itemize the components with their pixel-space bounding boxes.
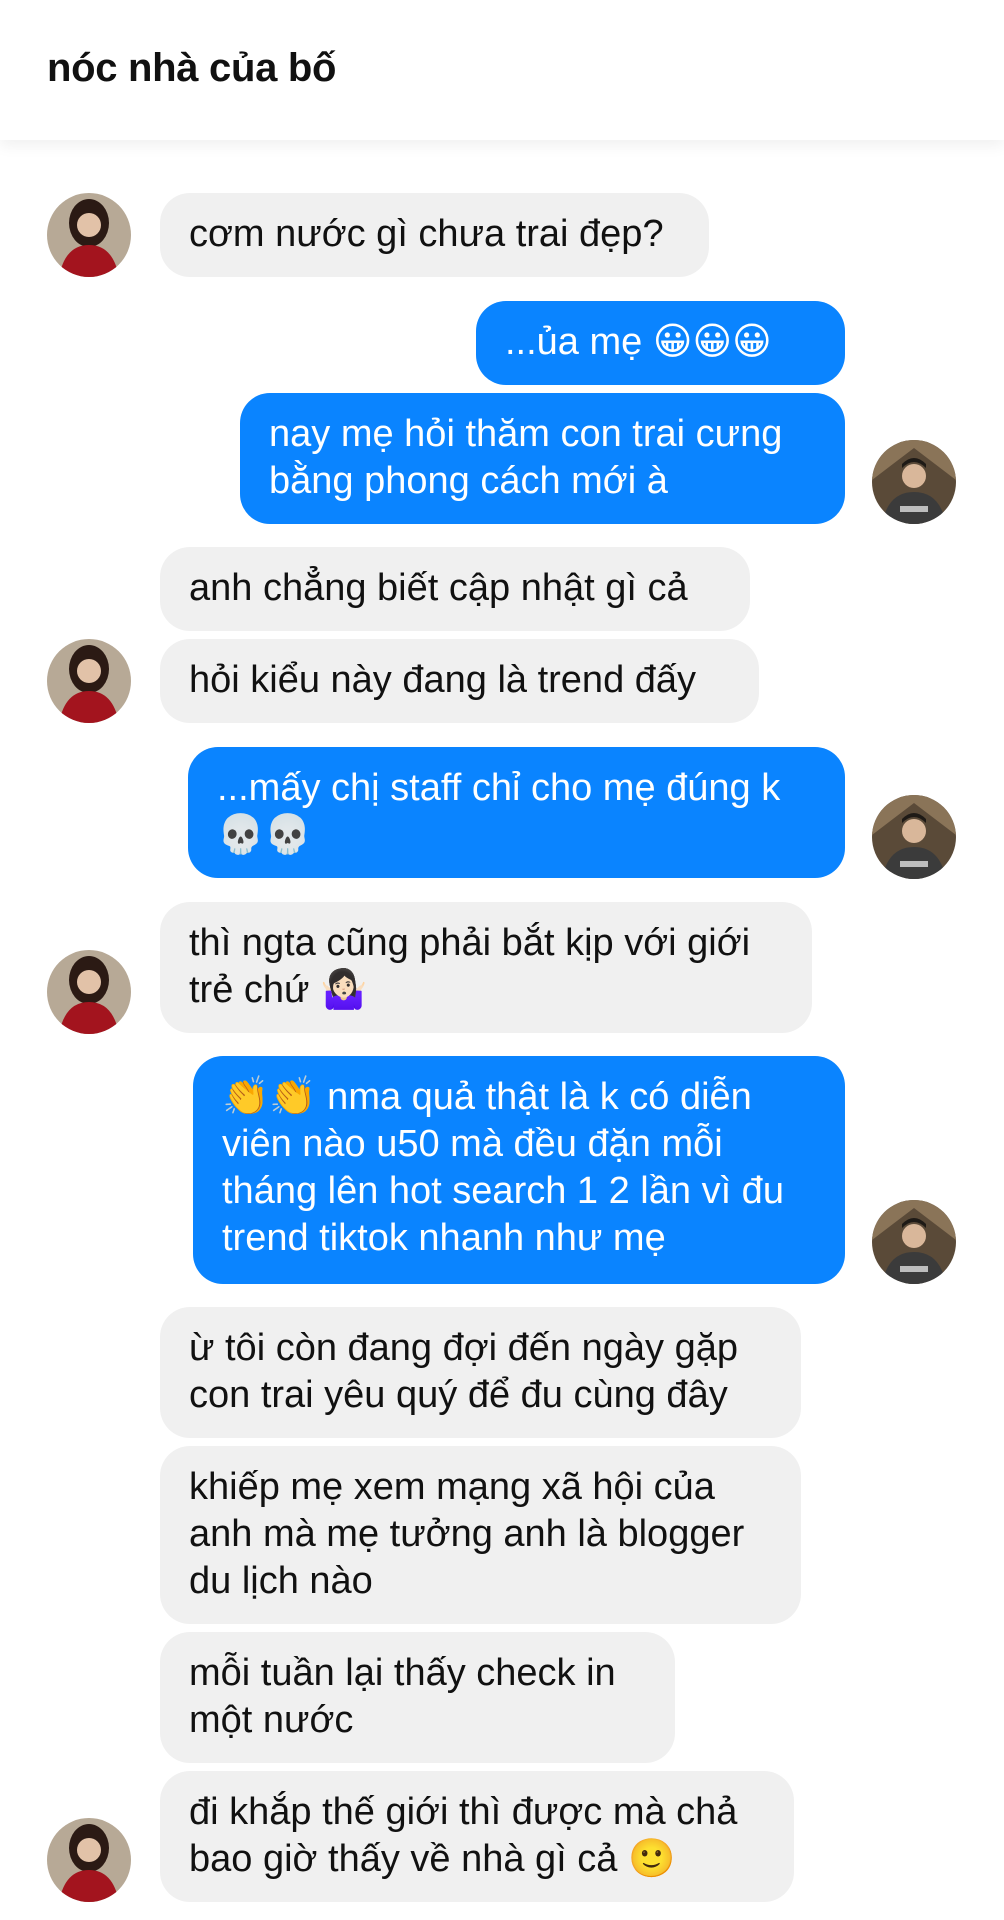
message-bubble-incoming[interactable]: khiếp mẹ xem mạng xã hội của anh mà mẹ t… <box>160 1446 801 1624</box>
conversation-title[interactable]: nóc nhà của bố <box>47 46 336 91</box>
message-bubble-outgoing[interactable]: nay mẹ hỏi thăm con trai cưng bằng phong… <box>240 393 845 524</box>
message-bubble-incoming[interactable]: cơm nước gì chưa trai đẹp? <box>160 193 709 277</box>
message-bubble-incoming[interactable]: mỗi tuần lại thấy check in một nước <box>160 1632 675 1763</box>
mother-avatar[interactable] <box>47 193 131 277</box>
son-avatar[interactable] <box>872 1200 956 1284</box>
son-avatar[interactable] <box>872 795 956 879</box>
message-bubble-incoming[interactable]: ừ tôi còn đang đợi đến ngày gặp con trai… <box>160 1307 801 1438</box>
message-bubble-incoming[interactable]: đi khắp thế giới thì được mà chả bao giờ… <box>160 1771 794 1902</box>
mother-avatar[interactable] <box>47 1818 131 1902</box>
message-bubble-incoming[interactable]: hỏi kiểu này đang là trend đấy <box>160 639 759 723</box>
message-bubble-outgoing[interactable]: ...ủa mẹ 😀😀😀 <box>476 301 845 385</box>
son-avatar[interactable] <box>872 440 956 524</box>
message-bubble-outgoing[interactable]: 👏👏 nma quả thật là k có diễn viên nào u5… <box>193 1056 845 1284</box>
message-bubble-incoming[interactable]: anh chẳng biết cập nhật gì cả <box>160 547 750 631</box>
chat-thread[interactable]: cơm nước gì chưa trai đẹp? ...ủa mẹ 😀😀😀 … <box>0 0 1004 1920</box>
mother-avatar[interactable] <box>47 950 131 1034</box>
mother-avatar[interactable] <box>47 639 131 723</box>
message-bubble-outgoing[interactable]: ...mấy chị staff chỉ cho mẹ đúng k 💀💀 <box>188 747 845 878</box>
message-bubble-incoming[interactable]: thì ngta cũng phải bắt kịp với giới trẻ … <box>160 902 812 1033</box>
conversation-header: nóc nhà của bố <box>0 0 1004 140</box>
